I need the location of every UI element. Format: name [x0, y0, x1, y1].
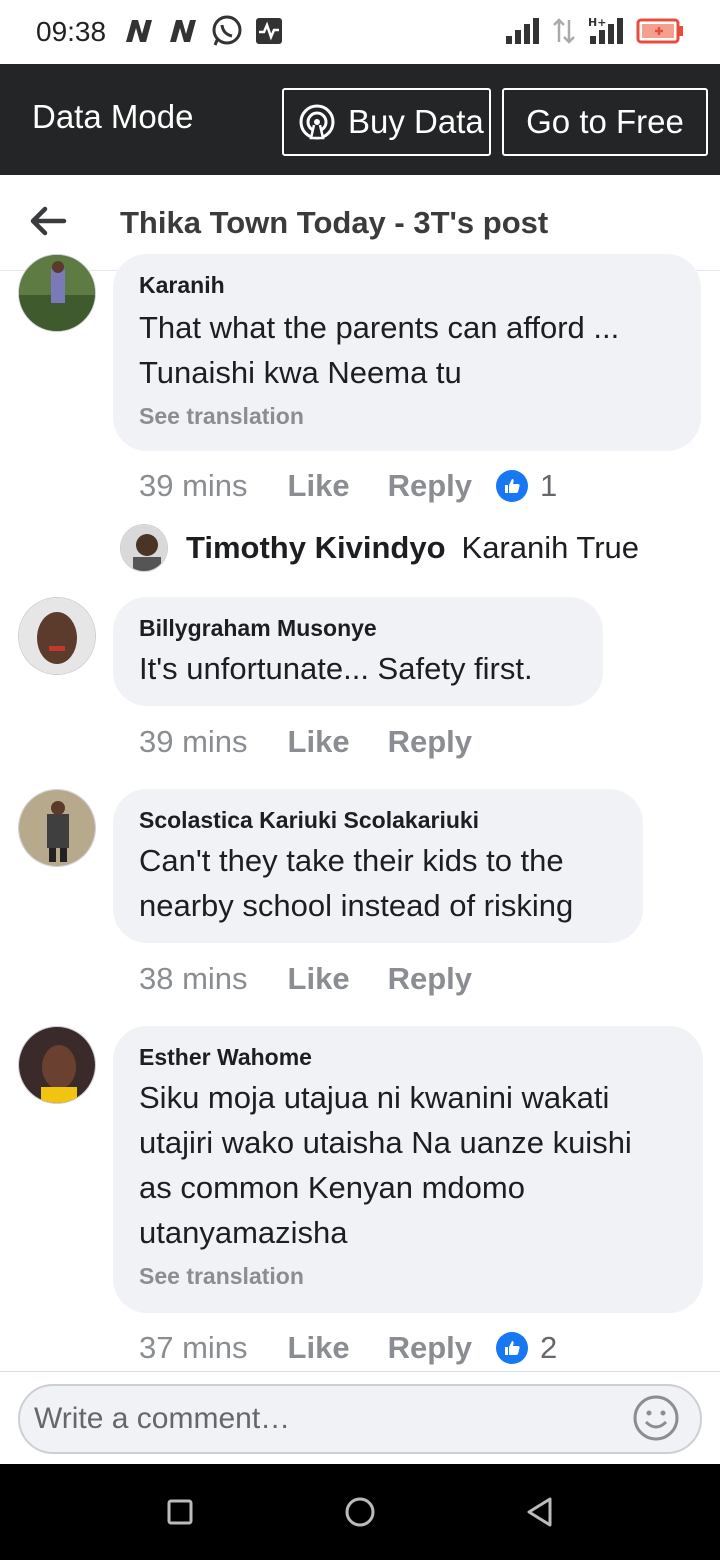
- reply-button[interactable]: Reply: [388, 724, 472, 760]
- comment-actions: 37 mins Like Reply 2: [139, 1330, 557, 1366]
- like-button[interactable]: Like: [288, 961, 350, 997]
- like-button[interactable]: Like: [288, 1330, 350, 1366]
- comment-text: It's unfortunate... Safety first.: [139, 651, 533, 686]
- page-title: Thika Town Today - 3T's post: [120, 205, 549, 240]
- reply-preview[interactable]: Timothy Kivindyo Karanih True: [120, 524, 639, 572]
- comment-text: Tunaishi kwa Neema tu: [139, 355, 462, 390]
- reply-text: Karanih True: [461, 530, 640, 565]
- avatar[interactable]: [18, 789, 96, 867]
- activity-icon: [256, 18, 282, 44]
- comment-time: 38 mins: [139, 961, 248, 996]
- avatar-image: [121, 525, 167, 571]
- back-arrow-icon[interactable]: [28, 201, 68, 241]
- comment-bubble[interactable]: Esther Wahome Siku moja utajua ni kwanin…: [113, 1026, 703, 1313]
- reply-author[interactable]: Timothy Kivindyo: [186, 530, 446, 566]
- avatar[interactable]: [18, 597, 96, 675]
- signal-icon: [506, 18, 539, 44]
- data-mode-bar: Data Mode Buy Data Go to Free: [0, 64, 720, 175]
- like-reaction-icon: [496, 1332, 528, 1364]
- comment-text: Siku moja utajua ni kwanini wakati: [139, 1080, 610, 1115]
- comment-bubble[interactable]: Billygraham Musonye It's unfortunate... …: [113, 597, 603, 706]
- like-reaction-icon: [496, 470, 528, 502]
- avatar[interactable]: [18, 1026, 96, 1104]
- netflix-icon: [126, 20, 152, 42]
- see-translation-link[interactable]: See translation: [139, 1263, 677, 1290]
- emoji-icon[interactable]: [632, 1394, 680, 1442]
- battery-icon: [636, 18, 683, 44]
- buy-data-button[interactable]: Buy Data: [282, 88, 491, 156]
- like-button[interactable]: Like: [288, 724, 350, 760]
- status-bar: 09:38 H+: [0, 0, 720, 64]
- avatar[interactable]: [120, 524, 168, 572]
- comment-author[interactable]: Scolastica Kariuki Scolakariuki: [139, 807, 617, 834]
- recent-apps-icon[interactable]: [160, 1492, 200, 1532]
- see-translation-link[interactable]: See translation: [139, 403, 675, 430]
- comment-text: utanyamazisha: [139, 1215, 348, 1250]
- comment-time: 39 mins: [139, 724, 248, 759]
- home-icon[interactable]: [340, 1492, 380, 1532]
- system-nav-bar: [0, 1464, 720, 1560]
- comment-actions: 38 mins Like Reply: [139, 961, 510, 997]
- comment-composer: Write a comment…: [0, 1371, 720, 1464]
- buy-data-label: Buy Data: [348, 103, 484, 140]
- comment-bubble[interactable]: Scolastica Kariuki Scolakariuki Can't th…: [113, 789, 643, 943]
- comment-author[interactable]: Billygraham Musonye: [139, 615, 577, 642]
- whatsapp-icon: [212, 15, 242, 46]
- hplus-signal-icon: H+: [588, 16, 623, 44]
- comment-text: utajiri wako utaisha Na uanze kuishi: [139, 1125, 632, 1160]
- comment-text: nearby school instead of risking: [139, 888, 574, 923]
- svg-text:H+: H+: [588, 16, 606, 29]
- comment-actions: 39 mins Like Reply 1: [139, 468, 557, 504]
- comment-text: as common Kenyan mdomo: [139, 1170, 525, 1205]
- comment-time: 37 mins: [139, 1330, 248, 1365]
- comment-text: Can't they take their kids to the: [139, 843, 564, 878]
- reply-button[interactable]: Reply: [388, 961, 472, 997]
- data-transfer-icon: [553, 18, 575, 44]
- like-button[interactable]: Like: [288, 468, 350, 504]
- go-to-free-button[interactable]: Go to Free: [502, 88, 708, 156]
- reaction-count[interactable]: 1: [540, 468, 557, 504]
- back-icon[interactable]: [520, 1492, 560, 1532]
- comment-bubble[interactable]: Karanih That what the parents can afford…: [113, 254, 701, 451]
- status-time: 09:38: [36, 16, 107, 47]
- go-to-free-label: Go to Free: [526, 103, 684, 140]
- comment-author[interactable]: Esther Wahome: [139, 1044, 677, 1071]
- system-icons: H+: [504, 16, 684, 46]
- avatar-image: [19, 598, 95, 674]
- notification-icons: [122, 14, 284, 48]
- comment-actions: 39 mins Like Reply: [139, 724, 510, 760]
- data-mode-label: Data Mode: [32, 98, 194, 135]
- comment-input-placeholder: Write a comment…: [34, 1402, 291, 1435]
- comment-time: 39 mins: [139, 468, 248, 503]
- avatar-image: [19, 255, 95, 331]
- reply-button[interactable]: Reply: [388, 468, 472, 504]
- reaction-count[interactable]: 2: [540, 1330, 557, 1366]
- comment-author[interactable]: Karanih: [139, 272, 675, 299]
- avatar-image: [19, 790, 95, 866]
- avatar-image: [19, 1027, 95, 1103]
- reply-button[interactable]: Reply: [388, 1330, 472, 1366]
- broadcast-icon: [299, 104, 335, 140]
- netflix-icon: [170, 20, 196, 42]
- comment-input[interactable]: Write a comment…: [18, 1384, 702, 1454]
- avatar[interactable]: [18, 254, 96, 332]
- comment-text: That what the parents can afford ...: [139, 310, 620, 345]
